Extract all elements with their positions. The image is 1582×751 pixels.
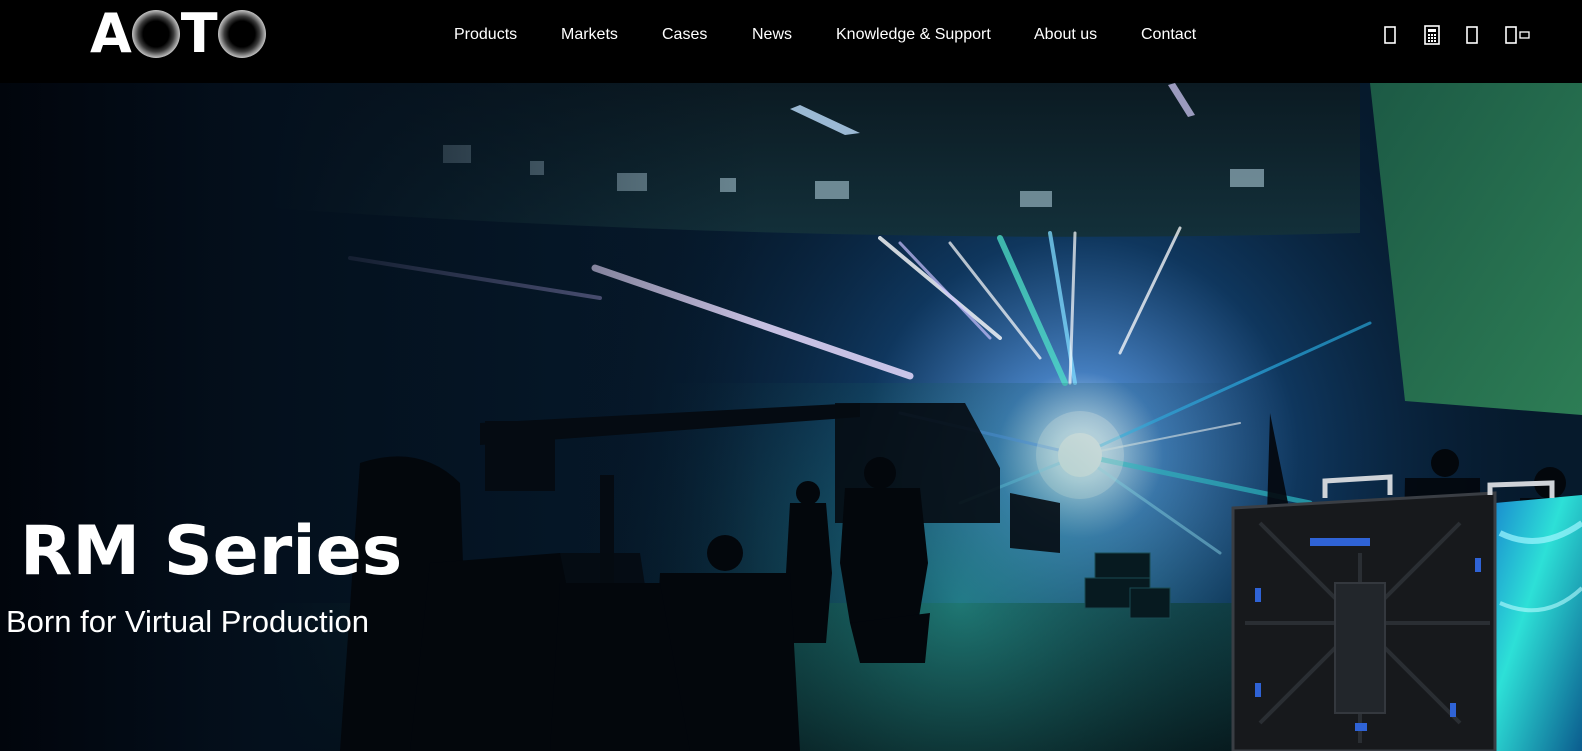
logo-ring-o <box>217 10 266 58</box>
header-tools <box>1380 24 1540 46</box>
nav-knowledge-support[interactable]: Knowledge & Support <box>836 24 991 46</box>
aoto-logo[interactable]: A T <box>90 2 267 65</box>
logo-ring-o <box>131 10 180 58</box>
hero-title: RM Series <box>20 511 403 591</box>
nav-products[interactable]: Products <box>454 24 517 46</box>
nav-cases[interactable]: Cases <box>662 24 707 46</box>
mobile-icon[interactable] <box>1380 24 1400 46</box>
hero-banner: RM Series Born for Virtual Production <box>0 83 1582 751</box>
nav-news[interactable]: News <box>752 24 792 46</box>
nav-about-us[interactable]: About us <box>1034 24 1097 46</box>
hero-subtitle: Born for Virtual Production <box>6 604 370 639</box>
virtual-production-studio-image <box>0 83 1582 751</box>
site-header: A T Products Markets Cases News Knowledg… <box>0 0 1582 83</box>
calculator-icon[interactable] <box>1422 24 1442 46</box>
nav-markets[interactable]: Markets <box>561 24 618 46</box>
search-icon[interactable] <box>1462 24 1482 46</box>
nav-contact[interactable]: Contact <box>1141 24 1196 46</box>
language-icon[interactable] <box>1504 24 1532 46</box>
logo-letter-t: T <box>180 2 218 65</box>
logo-letter-a: A <box>90 2 132 65</box>
